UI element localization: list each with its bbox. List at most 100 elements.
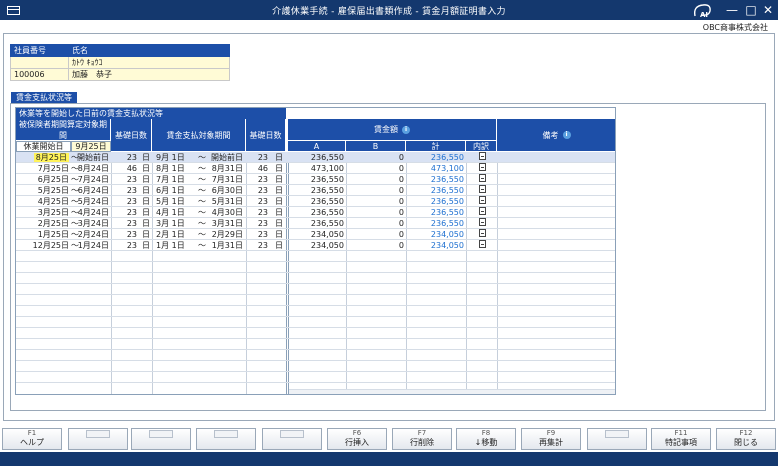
cell-to: 2月24日 xyxy=(77,230,109,239)
table-row[interactable]: 12月25日～ 1月24日 23 日 1月 1日～ 1月31日 23 日 234,050 0 234… xyxy=(16,240,615,251)
cell-pay-tilde: ～ xyxy=(198,197,206,206)
table-row[interactable]: 4月25日～ 5月24日 23 日 5月 1日～ 5月31日 23 日 236,550 0 236,… xyxy=(16,196,615,207)
table-row[interactable] xyxy=(16,262,615,273)
fkey-empty-button[interactable] xyxy=(68,428,128,450)
fkey-empty-button[interactable] xyxy=(262,428,322,450)
detail-document-icon[interactable] xyxy=(479,229,486,237)
table-row[interactable] xyxy=(16,295,615,306)
detail-document-icon[interactable] xyxy=(479,207,486,215)
detail-document-icon[interactable] xyxy=(479,152,486,160)
section-tab[interactable]: 賃金支払状況等 xyxy=(11,92,77,103)
table-row[interactable] xyxy=(16,350,615,361)
cell-pay-tilde: ～ xyxy=(198,164,206,173)
base-days-header: 基礎日数 xyxy=(111,119,152,152)
cell-b: 0 xyxy=(398,175,404,184)
fkey-f12-button[interactable]: F12 閉じる xyxy=(716,428,776,450)
table-row[interactable]: 5月25日～ 6月24日 23 日 6月 1日～ 6月30日 23 日 236,550 0 236,… xyxy=(16,185,615,196)
cell-total: 236,550 xyxy=(430,219,464,228)
fkey-empty-button[interactable] xyxy=(587,428,647,450)
pay-period-header: 賃金支払対象期間 xyxy=(152,119,246,152)
cell-total: 234,050 xyxy=(430,230,464,239)
cell-to: 3月24日 xyxy=(77,219,109,228)
fkey-label: 閉じる xyxy=(734,438,758,447)
cell-pay-from: 4月 1日 xyxy=(156,208,185,217)
cell-days-unit: 日 xyxy=(142,197,150,206)
cell-pay-to: 3月31日 xyxy=(211,219,243,228)
fkey-f9-button[interactable]: F9 再集計 xyxy=(521,428,581,450)
cell-pay-days-unit: 日 xyxy=(275,230,283,239)
cell-days-unit: 日 xyxy=(142,208,150,217)
fkey-f11-button[interactable]: F11 特記事項 xyxy=(651,428,711,450)
fkey-empty-button[interactable] xyxy=(131,428,191,450)
info-icon[interactable]: i xyxy=(562,131,571,139)
table-row[interactable]: 2月25日～ 3月24日 23 日 3月 1日～ 3月31日 23 日 236,550 0 236,… xyxy=(16,218,615,229)
minimize-button[interactable]: — xyxy=(723,1,741,19)
fkey-label: 行挿入 xyxy=(345,438,369,447)
table-row[interactable]: 6月25日～ 7月24日 23 日 7月 1日～ 7月31日 23 日 236,550 0 236,… xyxy=(16,174,615,185)
insured-period-header: 被保険者期間算定対象期間 xyxy=(16,119,111,141)
cell-a: 236,550 xyxy=(310,197,344,206)
function-key-bar: F1 ヘルプ F6 行挿入 F7 行削除 F8 ↓移動 F9 再集計 F11 特記事項 F12 閉じる xyxy=(0,428,778,450)
cell-days: 23 xyxy=(126,241,137,250)
remarks-label: 備考 xyxy=(542,130,559,140)
detail-document-icon[interactable] xyxy=(479,218,486,226)
cell-b: 0 xyxy=(398,230,404,239)
detail-document-icon[interactable] xyxy=(479,240,486,248)
table-row[interactable]: 7月25日～ 8月24日 46 日 8月 1日～ 8月31日 46 日 473,100 0 473,… xyxy=(16,163,615,174)
horizontal-scrollbar[interactable] xyxy=(289,389,615,394)
fkey-label: 行削除 xyxy=(410,438,434,447)
table-row[interactable] xyxy=(16,306,615,317)
table-row[interactable] xyxy=(16,328,615,339)
cell-b: 0 xyxy=(398,197,404,206)
table-row[interactable] xyxy=(16,251,615,262)
cell-to: 4月24日 xyxy=(77,208,109,217)
ai-assistant-icon[interactable]: AI xyxy=(691,2,713,19)
cell-from: 2月25日 xyxy=(37,219,69,228)
fkey-f6-button[interactable]: F6 行挿入 xyxy=(327,428,387,450)
cell-pay-from: 6月 1日 xyxy=(156,186,185,195)
fkey-empty-button[interactable] xyxy=(196,428,256,450)
grid-rows: 8月25日 ～ 開始前日 23 日 9月 1日 ～ 開始前日 23 日 236,550 0 236,55… xyxy=(16,152,615,383)
cell-pay-to: 開始前日 xyxy=(211,153,243,162)
detail-document-icon[interactable] xyxy=(479,163,486,171)
table-row[interactable] xyxy=(16,284,615,295)
cell-total: 236,550 xyxy=(430,175,464,184)
fkey-label: ヘルプ xyxy=(20,438,44,447)
cell-to: 5月24日 xyxy=(77,197,109,206)
table-row[interactable] xyxy=(16,317,615,328)
table-row[interactable] xyxy=(16,339,615,350)
detail-document-icon[interactable] xyxy=(479,174,486,182)
info-icon[interactable]: i xyxy=(402,125,410,134)
table-row[interactable]: 3月25日～ 4月24日 23 日 4月 1日～ 4月30日 23 日 236,550 0 236,… xyxy=(16,207,615,218)
table-row[interactable]: 1月25日～ 2月24日 23 日 2月 1日～ 2月29日 23 日 234,050 0 234,… xyxy=(16,229,615,240)
cell-a: 236,550 xyxy=(310,208,344,217)
cell-a: 236,550 xyxy=(310,186,344,195)
wage-amount-header: 賃金額 i xyxy=(288,119,497,141)
fkey-label: 特記事項 xyxy=(665,438,697,447)
leave-start-input[interactable]: 9月25日 xyxy=(71,141,111,152)
employee-kana-spacer xyxy=(10,56,69,69)
close-button[interactable]: ✕ xyxy=(759,1,777,19)
maximize-button[interactable]: □ xyxy=(742,1,760,19)
employee-number: 100006 xyxy=(10,68,69,81)
fkey-f1-button[interactable]: F1 ヘルプ xyxy=(2,428,62,450)
detail-document-icon[interactable] xyxy=(479,196,486,204)
fkey-number: F6 xyxy=(352,429,362,437)
cell-pay-from: 9月 1日 xyxy=(156,153,185,162)
wage-grid: 休業等を開始した日前の賃金支払状況等 被保険者期間算定対象期間 休業開始日 9月… xyxy=(15,107,616,395)
fkey-blank xyxy=(214,430,238,438)
cell-from: 7月25日 xyxy=(37,164,69,173)
grid-caption: 休業等を開始した日前の賃金支払状況等 xyxy=(16,108,286,119)
fkey-f7-button[interactable]: F7 行削除 xyxy=(392,428,452,450)
cell-b: 0 xyxy=(398,219,404,228)
table-row[interactable]: 8月25日～開始前日 23 日 9月 1日～開始前日 23 日 236,550 0 236,55… xyxy=(16,152,615,163)
cell-days: 23 xyxy=(126,175,137,184)
window-title: 介護休業手続 - 雇保届出書類作成 - 賃金月額証明書入力 xyxy=(272,7,506,17)
fkey-f8-button[interactable]: F8 ↓移動 xyxy=(456,428,516,450)
table-row[interactable] xyxy=(16,361,615,372)
table-row[interactable] xyxy=(16,372,615,383)
detail-document-icon[interactable] xyxy=(479,185,486,193)
table-row[interactable] xyxy=(16,273,615,284)
cell-from: 5月25日 xyxy=(37,186,69,195)
cell-pay-days: 23 xyxy=(257,230,268,239)
